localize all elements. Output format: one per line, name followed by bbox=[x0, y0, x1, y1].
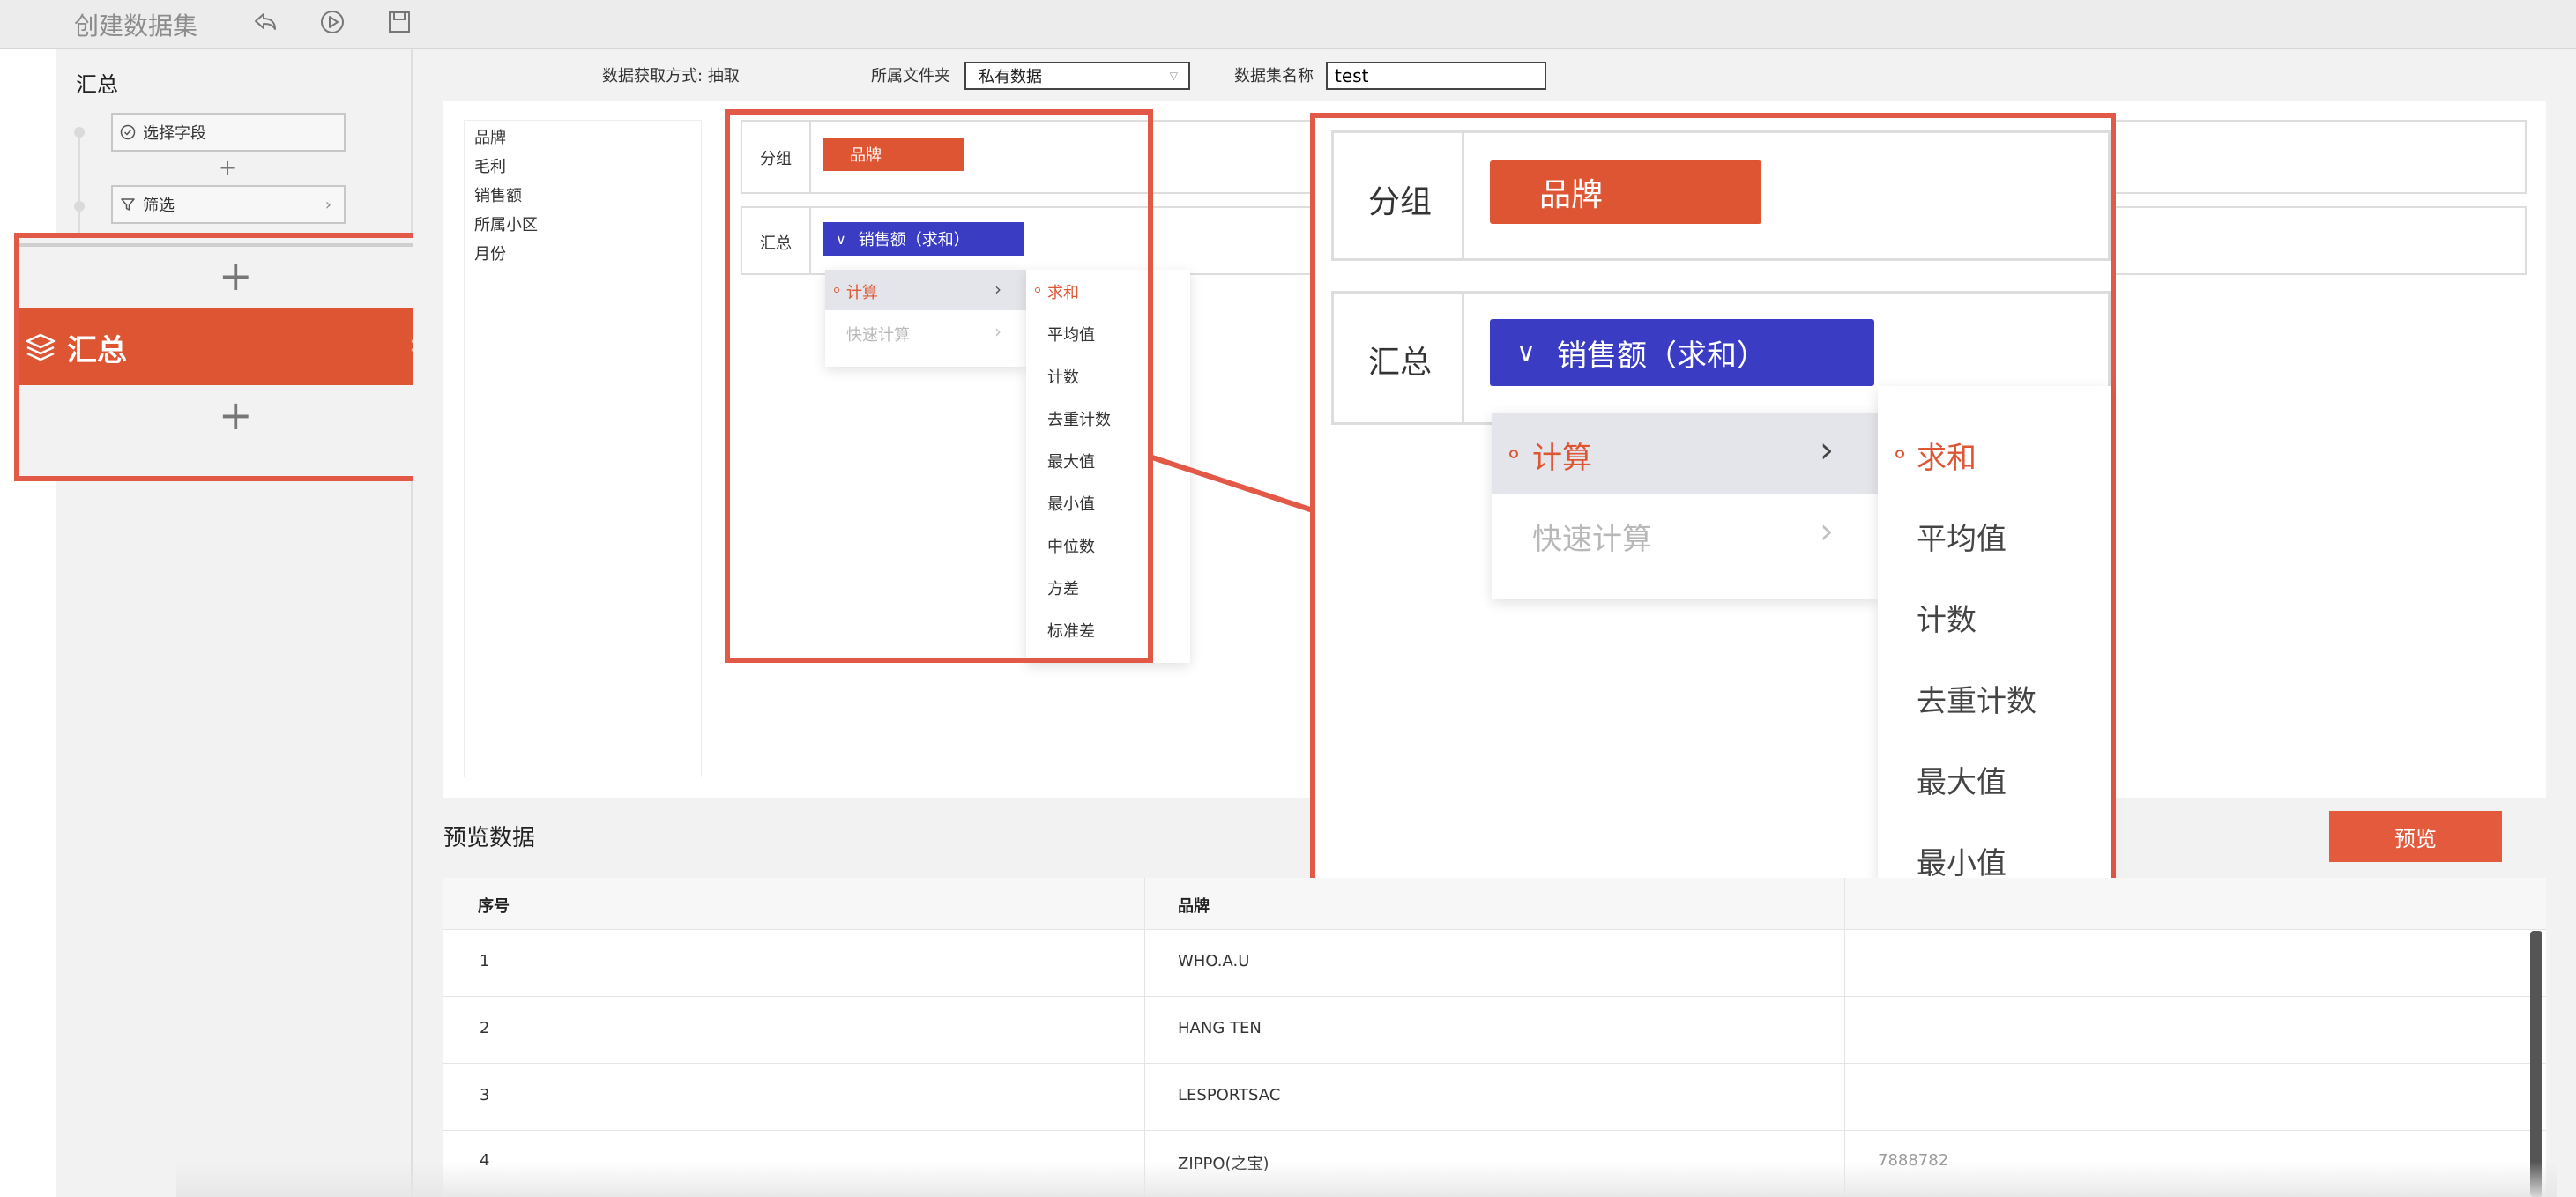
zoom-agg-item[interactable]: 最大值 bbox=[1917, 758, 2006, 801]
active-dot bbox=[1509, 450, 1518, 458]
table-cell: LESPORTSAC bbox=[1178, 1086, 1281, 1104]
zoom-callout-source bbox=[725, 109, 1153, 663]
divider bbox=[1462, 130, 1464, 261]
bottom-shadow bbox=[176, 1162, 2557, 1197]
field-item[interactable]: 所属小区 bbox=[474, 212, 538, 235]
plus-icon[interactable]: + bbox=[219, 395, 253, 435]
zoom-group-label: 分组 bbox=[1368, 184, 1433, 220]
preview-button[interactable]: 预览 bbox=[2329, 811, 2502, 862]
zoom-menu-item-quick-calc[interactable]: 快速计算 bbox=[1532, 515, 1652, 558]
divider bbox=[19, 243, 423, 247]
zoom-group-chip[interactable]: 品牌 bbox=[1490, 160, 1761, 224]
filter-icon bbox=[121, 198, 135, 211]
table-scrollbar[interactable] bbox=[2530, 931, 2542, 1197]
step-dot bbox=[74, 127, 85, 138]
plus-icon[interactable]: + bbox=[219, 157, 236, 178]
step-select-fields[interactable]: 选择字段 bbox=[111, 113, 346, 152]
table-cell: HANG TEN bbox=[1178, 1019, 1262, 1037]
zoom-summary-chip-label: 销售额（求和） bbox=[1556, 338, 1767, 374]
sidebar-title: 汇总 bbox=[76, 72, 118, 97]
dataset-name-label: 数据集名称 bbox=[1234, 67, 1314, 86]
row-divider bbox=[443, 1063, 2546, 1064]
column-divider bbox=[1144, 878, 1145, 1197]
step-filter[interactable]: 筛选 › bbox=[111, 185, 346, 224]
preview-title: 预览数据 bbox=[443, 825, 536, 851]
save-icon[interactable] bbox=[386, 9, 413, 35]
column-header: 品牌 bbox=[1178, 897, 1210, 916]
chevron-down-icon: ▽ bbox=[1169, 70, 1178, 82]
play-icon[interactable] bbox=[319, 9, 346, 35]
chevron-right-icon: › bbox=[1820, 511, 1834, 552]
table-cell: 2 bbox=[480, 1019, 490, 1037]
fetch-value: 抽取 bbox=[707, 67, 740, 86]
row-divider bbox=[443, 996, 2546, 997]
undo-icon[interactable] bbox=[252, 9, 279, 35]
fetch-method: 数据获取方式: 抽取 bbox=[602, 63, 740, 86]
plus-icon[interactable]: + bbox=[219, 256, 253, 296]
folder-select[interactable]: 私有数据 ▽ bbox=[964, 62, 1190, 90]
zoom-agg-item[interactable]: 求和 bbox=[1917, 434, 1977, 477]
field-item[interactable]: 月份 bbox=[474, 242, 506, 264]
field-item[interactable]: 毛利 bbox=[474, 154, 506, 177]
zoom-agg-item[interactable]: 去重计数 bbox=[1917, 677, 2036, 720]
dataset-name-input[interactable] bbox=[1326, 62, 1546, 90]
table-cell: WHO.A.U bbox=[1178, 952, 1250, 970]
zoom-agg-item[interactable]: 计数 bbox=[1917, 596, 1977, 639]
table-cell: 1 bbox=[480, 952, 490, 970]
chevron-right-icon: › bbox=[1820, 430, 1834, 471]
selected-dot bbox=[1895, 450, 1904, 458]
step-summary-label: 汇总 bbox=[67, 333, 127, 368]
column-header: 序号 bbox=[478, 897, 510, 916]
fetch-label: 数据获取方式: bbox=[602, 67, 704, 86]
column-divider bbox=[1844, 878, 1845, 1197]
callout-connector bbox=[1149, 454, 1316, 514]
field-item[interactable]: 销售额 bbox=[474, 183, 522, 206]
divider bbox=[1462, 291, 1464, 425]
layers-icon bbox=[26, 333, 56, 361]
row-divider bbox=[443, 929, 2546, 930]
step-label: 筛选 bbox=[143, 197, 175, 215]
step-connector bbox=[78, 132, 80, 238]
check-circle-icon bbox=[120, 124, 136, 140]
step-label: 选择字段 bbox=[143, 124, 206, 143]
step-dot bbox=[74, 201, 85, 212]
field-item[interactable]: 品牌 bbox=[474, 125, 506, 148]
row-divider bbox=[443, 1130, 2546, 1131]
left-margin bbox=[0, 49, 56, 1197]
app-title: 创建数据集 bbox=[74, 11, 198, 41]
zoom-summary-label: 汇总 bbox=[1368, 345, 1433, 381]
chevron-down-icon: ∨ bbox=[1516, 337, 1536, 368]
folder-label: 所属文件夹 bbox=[871, 67, 950, 86]
table-header bbox=[443, 878, 2546, 929]
zoom-group-chip-label: 品牌 bbox=[1539, 177, 1604, 213]
zoom-menu-item-calc[interactable]: 计算 bbox=[1532, 434, 1592, 477]
table-cell: 3 bbox=[480, 1086, 490, 1104]
zoom-agg-item[interactable]: 平均值 bbox=[1917, 515, 2006, 558]
zoom-summary-chip[interactable]: ∨ 销售额（求和） bbox=[1490, 319, 1874, 386]
zoom-agg-item[interactable]: 最小值 bbox=[1917, 839, 2006, 882]
chevron-right-icon: › bbox=[324, 195, 331, 214]
folder-value: 私有数据 bbox=[979, 68, 1042, 86]
